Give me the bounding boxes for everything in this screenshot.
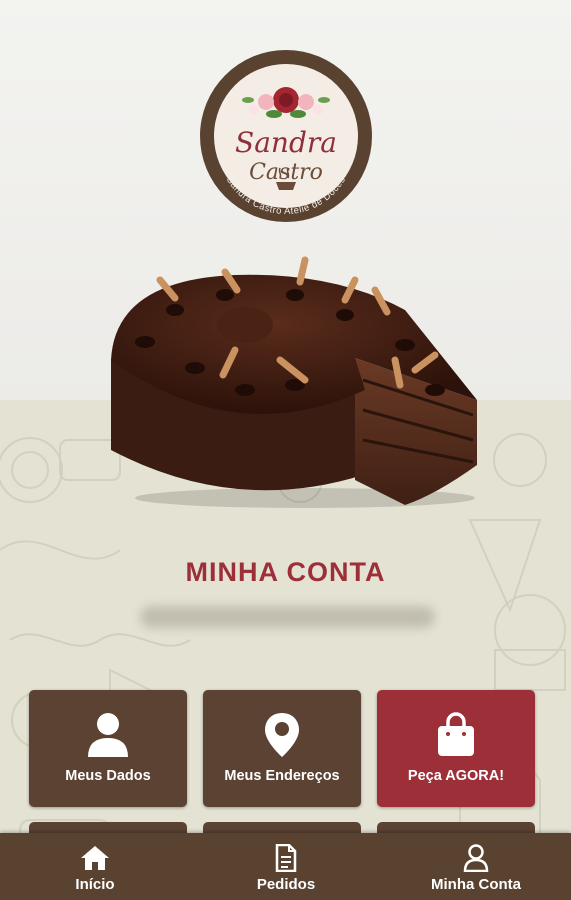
shopping-bag-icon xyxy=(436,712,476,758)
brand-logo: Sandra Castro CAKE DESIGNER Sandra Castr… xyxy=(200,50,372,222)
logo-top-text: CAKE DESIGNER xyxy=(224,63,344,104)
map-pin-icon xyxy=(264,712,300,758)
order-now-button[interactable]: Peça AGORA! xyxy=(377,690,535,807)
my-addresses-button[interactable]: Meus Endereços xyxy=(203,690,361,807)
nav-item-account[interactable]: Minha Conta xyxy=(416,833,536,900)
order-now-label: Peça AGORA! xyxy=(407,768,505,784)
user-icon xyxy=(463,844,489,872)
nav-item-orders[interactable]: Pedidos xyxy=(246,833,326,900)
my-data-label: Meus Dados xyxy=(65,768,151,784)
bottom-nav: Início Pedidos Minha Conta xyxy=(0,833,571,900)
my-data-button[interactable]: Meus Dados xyxy=(29,690,187,807)
cake-image xyxy=(111,256,477,508)
user-icon xyxy=(87,712,129,758)
logo-ring-text: CAKE DESIGNER Sandra Castro Atelie de Do… xyxy=(224,63,348,217)
nav-orders-label: Pedidos xyxy=(256,876,316,893)
svg-text:CAKE DESIGNER: CAKE DESIGNER xyxy=(224,63,347,104)
nav-home-label: Início xyxy=(75,876,115,893)
nav-account-label: Minha Conta xyxy=(431,876,521,893)
nav-item-home[interactable]: Início xyxy=(55,833,135,900)
blurred-user-info xyxy=(140,606,435,628)
svg-text:Sandra Castro Atelie de Doces: Sandra Castro Atelie de Doces xyxy=(224,175,348,217)
my-addresses-label: Meus Endereços xyxy=(224,768,340,784)
document-icon xyxy=(275,844,297,872)
home-icon xyxy=(80,844,110,872)
page-title: MINHA CONTA xyxy=(185,557,386,587)
logo-bottom-text: Sandra Castro Atelie de Doces xyxy=(224,175,348,217)
